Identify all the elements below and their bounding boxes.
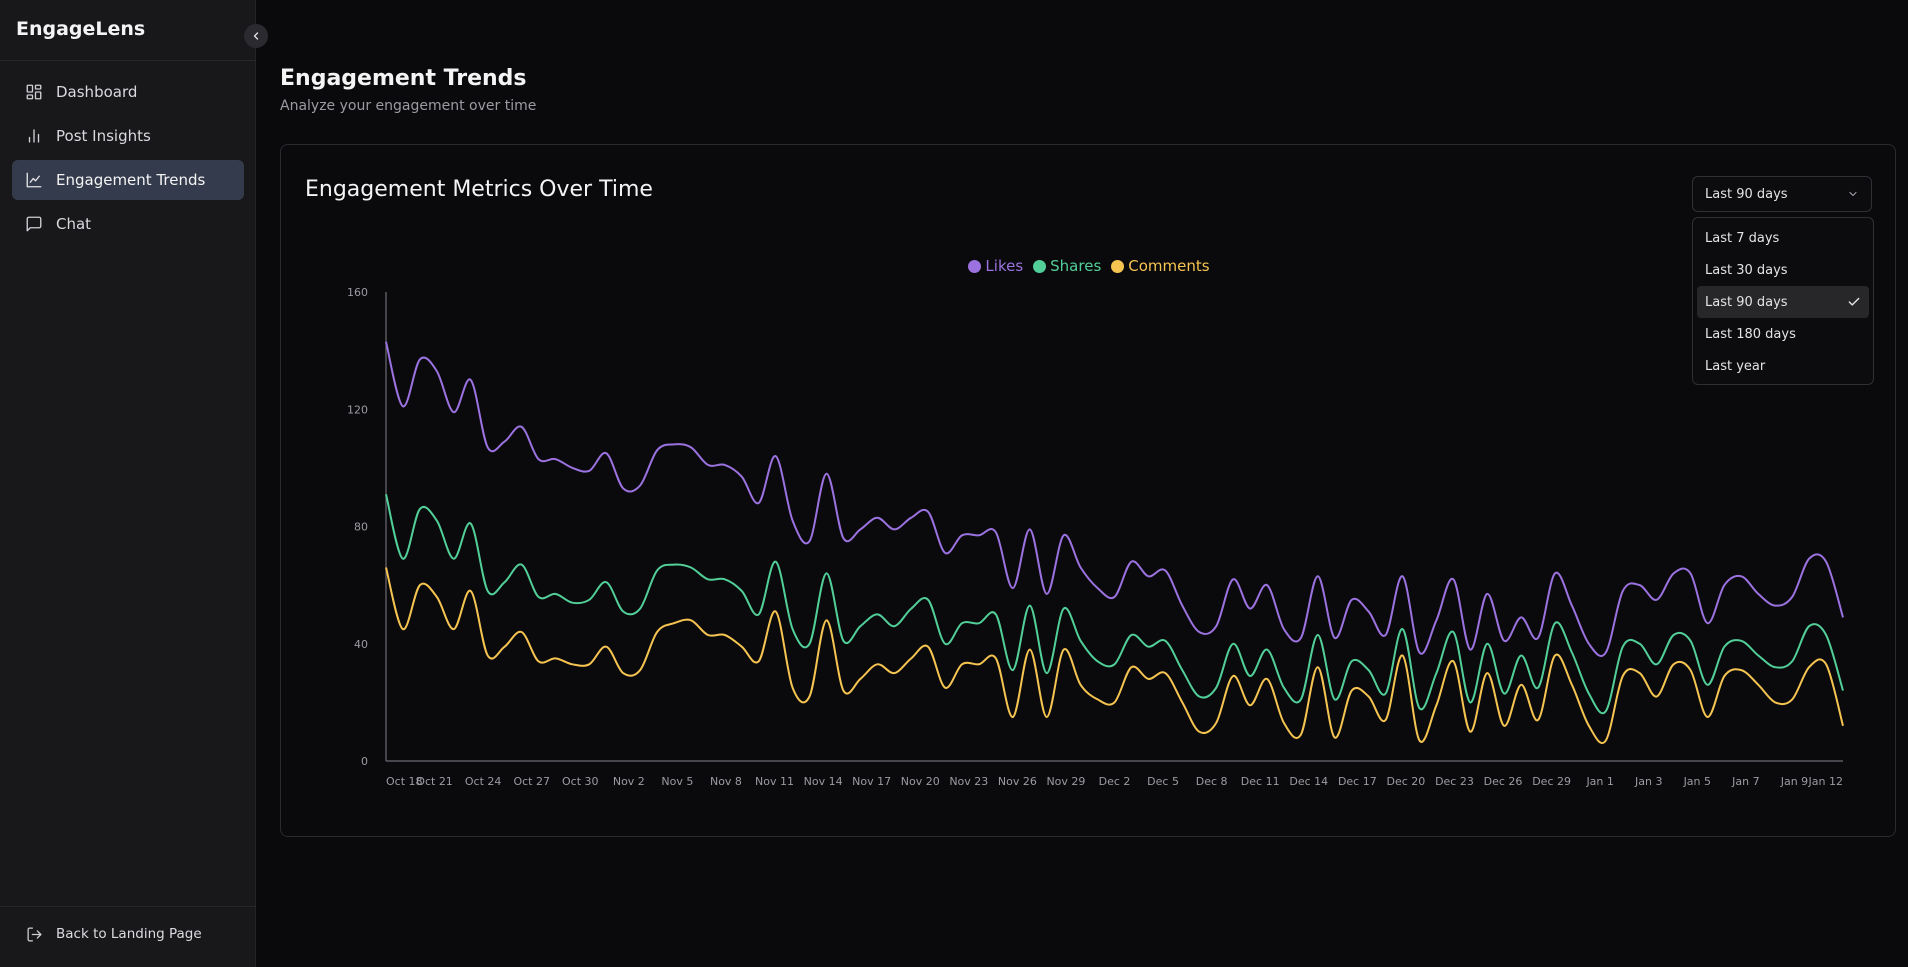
x-tick-label: Jan 3: [1634, 775, 1662, 788]
y-tick-label: 40: [354, 638, 368, 651]
option-label: Last 90 days: [1705, 294, 1788, 310]
x-tick-label: Nov 29: [1046, 775, 1085, 788]
date-range-dropdown: Last 7 days Last 30 days Last 90 days La…: [1692, 217, 1874, 385]
logout-icon: [26, 925, 44, 943]
page-title: Engagement Trends: [280, 66, 527, 91]
sidebar-item-label: Chat: [56, 215, 92, 233]
series-line-likes: [385, 341, 1844, 657]
x-tick-label: Oct 30: [562, 775, 599, 788]
series-line-comments: [385, 567, 1844, 745]
sidebar-item-label: Post Insights: [56, 127, 151, 145]
sidebar-nav: Dashboard Post Insights Engagement Trend…: [12, 72, 244, 248]
sidebar-divider: [0, 60, 256, 61]
x-tick-label: Jan 5: [1683, 775, 1711, 788]
x-tick-label: Dec 5: [1147, 775, 1179, 788]
engagement-chart-card: Engagement Metrics Over Time Last 90 day…: [280, 144, 1896, 837]
page-subtitle: Analyze your engagement over time: [280, 98, 537, 114]
chevron-left-icon: [250, 27, 262, 46]
x-tick-label: Dec 8: [1196, 775, 1228, 788]
x-tick-label: Nov 11: [755, 775, 794, 788]
x-tick-label: Dec 29: [1532, 775, 1571, 788]
sidebar-item-label: Dashboard: [56, 83, 138, 101]
option-last-year[interactable]: Last year: [1697, 350, 1869, 382]
x-tick-label: Nov 5: [661, 775, 693, 788]
brand-logo: EngageLens: [16, 18, 146, 40]
sidebar-item-label: Engagement Trends: [56, 171, 206, 189]
x-tick-label: Nov 8: [710, 775, 742, 788]
x-tick-label: Jan 7: [1731, 775, 1759, 788]
option-last-90-days[interactable]: Last 90 days: [1697, 286, 1869, 318]
x-tick-label: Dec 26: [1484, 775, 1523, 788]
x-tick-label: Nov 17: [852, 775, 891, 788]
x-tick-label: Oct 24: [465, 775, 502, 788]
x-tick-label: Dec 17: [1338, 775, 1377, 788]
y-tick-label: 160: [347, 286, 368, 299]
sidebar-item-dashboard[interactable]: Dashboard: [12, 72, 244, 112]
x-tick-label: Dec 20: [1387, 775, 1426, 788]
x-tick-label: Nov 14: [804, 775, 843, 788]
x-tick-label: Dec 2: [1099, 775, 1131, 788]
sidebar-item-engagement-trends[interactable]: Engagement Trends: [12, 160, 244, 200]
bar-chart-icon: [24, 126, 44, 146]
back-link-label: Back to Landing Page: [56, 926, 202, 942]
chat-icon: [24, 214, 44, 234]
x-tick-label: Dec 14: [1289, 775, 1328, 788]
y-tick-label: 80: [354, 521, 368, 534]
x-tick-label: Nov 20: [901, 775, 940, 788]
x-tick-label: Jan 12: [1808, 775, 1843, 788]
sidebar-item-chat[interactable]: Chat: [12, 204, 244, 244]
series-line-shares: [385, 494, 1844, 715]
line-chart-icon: [24, 170, 44, 190]
engagement-line-chart: 04080120160Oct 18Oct 21 Oct 24 Oct 27 Oct 3…: [347, 286, 1844, 788]
x-tick-label: Nov 23: [949, 775, 988, 788]
x-tick-label: Nov 26: [998, 775, 1037, 788]
sidebar-item-post-insights[interactable]: Post Insights: [12, 116, 244, 156]
x-tick-label: Dec 11: [1241, 775, 1280, 788]
sidebar-bottom-divider: [0, 906, 256, 907]
x-tick-label: Jan 9: [1780, 775, 1808, 788]
dashboard-icon: [24, 82, 44, 102]
back-to-landing-link[interactable]: Back to Landing Page: [26, 925, 202, 943]
option-last-180-days[interactable]: Last 180 days: [1697, 318, 1869, 350]
x-tick-label: Nov 2: [613, 775, 645, 788]
x-tick-label: Oct 27: [513, 775, 550, 788]
option-last-30-days[interactable]: Last 30 days: [1697, 254, 1869, 286]
sidebar: EngageLens Dashboard Post Insights Engag…: [0, 0, 256, 967]
option-last-7-days[interactable]: Last 7 days: [1697, 222, 1869, 254]
x-tick-label: Jan 1: [1585, 775, 1613, 788]
x-tick-label: Oct 21: [416, 775, 453, 788]
y-tick-label: 120: [347, 403, 368, 416]
x-tick-label: Dec 23: [1435, 775, 1474, 788]
y-tick-label: 0: [361, 755, 368, 768]
sidebar-collapse-button[interactable]: [244, 24, 268, 48]
check-icon: [1847, 295, 1861, 313]
